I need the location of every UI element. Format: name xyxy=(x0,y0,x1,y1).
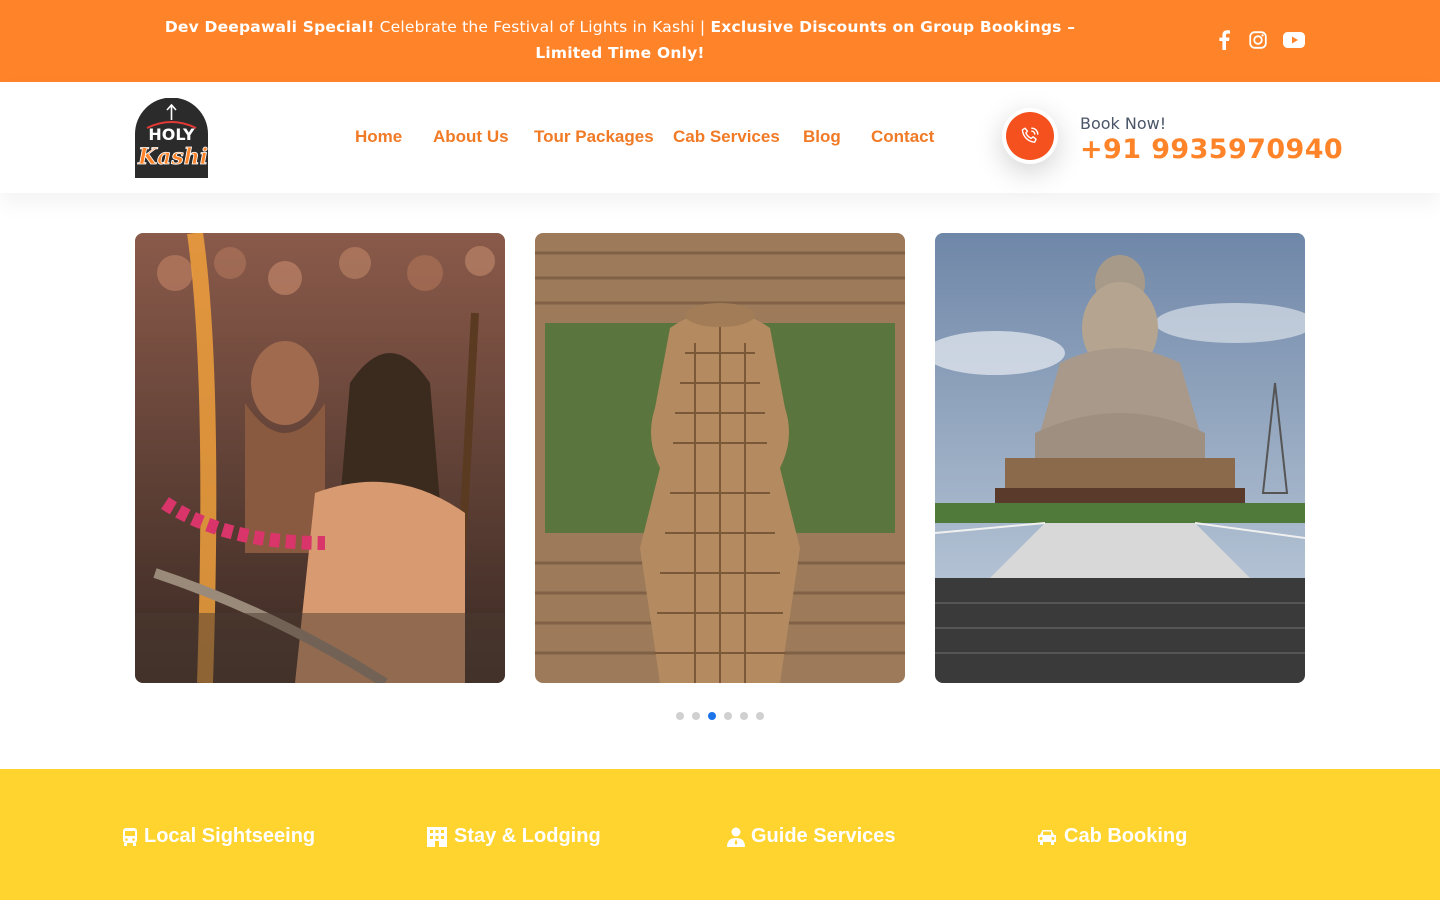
announcement-bar: Dev Deepawali Special! Celebrate the Fes… xyxy=(0,0,1440,82)
announcement-middle: Celebrate the Festival of Lights in Kash… xyxy=(374,18,711,36)
slide-image-buddha xyxy=(935,233,1305,683)
carousel-dot[interactable] xyxy=(692,712,700,720)
announcement-text: Dev Deepawali Special! Celebrate the Fes… xyxy=(150,14,1090,66)
carousel-slide-2[interactable] xyxy=(535,233,905,683)
youtube-icon xyxy=(1283,32,1305,48)
slide-image-sadhus xyxy=(135,233,505,683)
slide-image-temple xyxy=(535,233,905,683)
book-now-label: Book Now! xyxy=(1080,114,1167,133)
service-local-sightseeing[interactable]: Local Sightseeing xyxy=(122,825,315,848)
nav-about-us[interactable]: About Us xyxy=(433,127,509,147)
service-label: Stay & Lodging xyxy=(454,825,601,847)
carousel-dot-active[interactable] xyxy=(708,712,716,720)
nav-contact[interactable]: Contact xyxy=(871,127,934,147)
carousel-slide-3[interactable] xyxy=(935,233,1305,683)
logo-line2: Kashi xyxy=(137,144,208,170)
site-logo[interactable]: HOLY Kashi xyxy=(135,97,208,178)
booking-phone-link[interactable]: +91 9935970940 xyxy=(1080,134,1343,165)
service-label: Guide Services xyxy=(751,825,896,847)
service-guide-services[interactable]: Guide Services xyxy=(727,825,896,848)
nav-blog[interactable]: Blog xyxy=(803,127,841,147)
car-icon xyxy=(1038,829,1056,845)
instagram-icon xyxy=(1249,31,1267,49)
nav-cab-services[interactable]: Cab Services xyxy=(673,127,780,147)
service-label: Local Sightseeing xyxy=(144,825,316,847)
services-band: Local Sightseeing Stay & Lodging Guide S… xyxy=(0,769,1440,900)
announcement-lead: Dev Deepawali Special! xyxy=(164,18,375,36)
logo-line1: HOLY xyxy=(148,125,195,144)
service-cab-booking[interactable]: Cab Booking xyxy=(1036,825,1187,848)
call-button[interactable] xyxy=(1002,108,1058,164)
carousel-slide-1[interactable] xyxy=(135,233,505,683)
site-header: HOLY Kashi Home About Us Tour Packages C… xyxy=(0,82,1440,193)
carousel-dot[interactable] xyxy=(676,712,684,720)
carousel-dot[interactable] xyxy=(756,712,764,720)
guide-icon xyxy=(727,827,745,847)
carousel-dots xyxy=(676,712,764,720)
facebook-link[interactable] xyxy=(1211,28,1237,52)
hotel-icon xyxy=(427,826,447,847)
nav-home[interactable]: Home xyxy=(355,127,402,147)
service-stay-lodging[interactable]: Stay & Lodging xyxy=(426,825,601,848)
instagram-link[interactable] xyxy=(1245,28,1271,52)
carousel-dot[interactable] xyxy=(724,712,732,720)
facebook-icon xyxy=(1219,30,1230,50)
bus-icon xyxy=(123,827,137,846)
nav-tour-packages[interactable]: Tour Packages xyxy=(534,127,654,147)
carousel-dot[interactable] xyxy=(740,712,748,720)
youtube-link[interactable] xyxy=(1281,28,1307,52)
phone-icon xyxy=(1021,127,1039,143)
service-label: Cab Booking xyxy=(1064,825,1188,847)
